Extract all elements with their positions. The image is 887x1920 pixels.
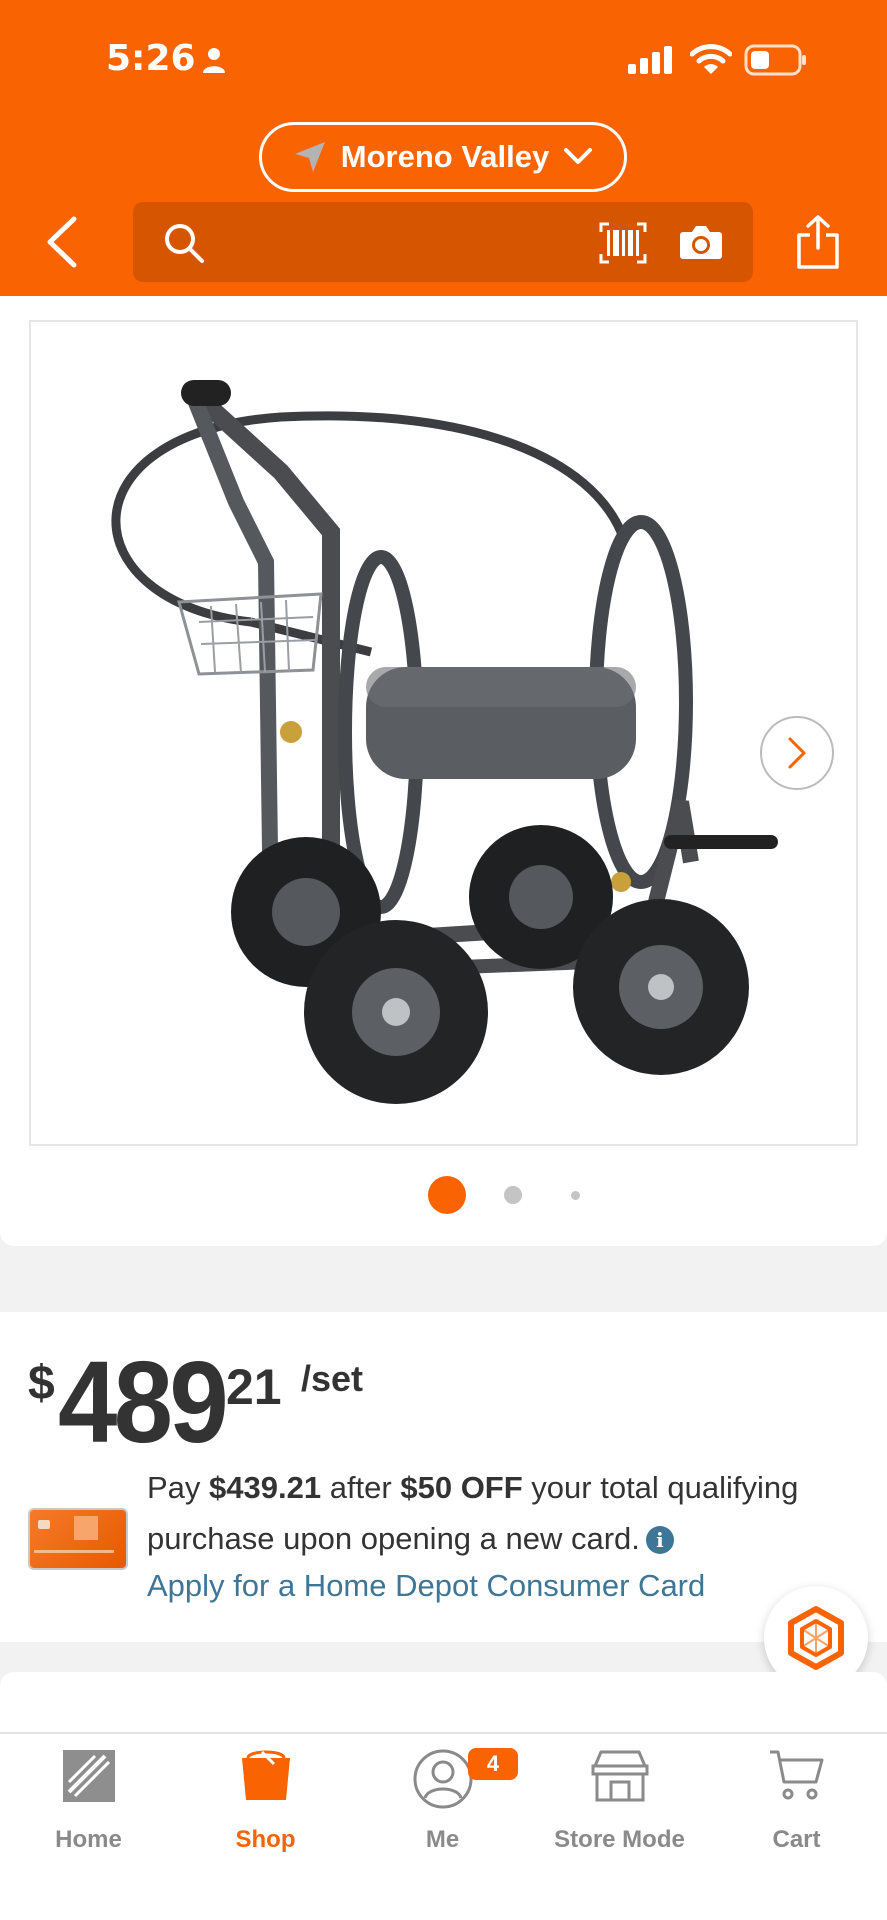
tab-shop[interactable]: Shop (177, 1734, 354, 1894)
price-cents: 21 (226, 1359, 282, 1415)
storefront-icon (591, 1750, 648, 1802)
tab-home[interactable]: Home (0, 1734, 177, 1894)
next-section-card (0, 1672, 887, 1732)
product-image[interactable] (29, 320, 858, 1146)
barcode-scanner-icon[interactable] (599, 222, 647, 264)
tab-shop-label: Shop (235, 1826, 296, 1853)
tab-me-label: Me (425, 1826, 460, 1853)
user-profile-icon (413, 1749, 472, 1809)
home-depot-card-logo (34, 1516, 114, 1553)
hose-reel-cart-illustration (111, 380, 778, 1104)
bottom-tab-bar: Home Shop Me 4 Store Mode Cart (0, 1732, 887, 1920)
shopping-cart-icon (769, 1750, 823, 1800)
card-promo-text: Pay $439.21 after $50 OFF your total qua… (147, 1462, 867, 1564)
gallery-page-dot-active[interactable] (428, 1176, 466, 1214)
tab-store-mode-label: Store Mode (554, 1826, 685, 1853)
chevron-right-icon (788, 737, 806, 769)
promo-amount: $439.21 (209, 1470, 322, 1505)
tab-store-mode[interactable]: Store Mode (531, 1734, 708, 1894)
consumer-card-image (28, 1508, 128, 1570)
gallery-page-dot[interactable] (504, 1186, 522, 1204)
camera-icon[interactable] (679, 224, 723, 260)
battery-icon (744, 44, 806, 76)
store-location-selector[interactable]: Moreno Valley (259, 122, 627, 192)
store-location-label: Moreno Valley (340, 139, 550, 174)
back-arrow-icon[interactable] (44, 216, 78, 268)
price-currency: $ (28, 1357, 55, 1410)
location-arrow-icon (294, 142, 325, 172)
hexagon-assistant-icon (788, 1606, 844, 1670)
promo-text-1: Pay (147, 1470, 210, 1505)
price-unit: /set (301, 1358, 364, 1399)
wifi-icon (690, 44, 732, 74)
search-input[interactable] (133, 202, 753, 282)
search-icon (165, 224, 204, 263)
info-icon[interactable]: i (645, 1526, 674, 1554)
promo-text-2: after (321, 1470, 401, 1505)
product-image-gallery (0, 296, 887, 1246)
bucket-icon (241, 1750, 290, 1800)
cellular-signal-icon (628, 46, 672, 74)
promo-discount: $50 OFF (400, 1470, 523, 1505)
share-icon[interactable] (796, 214, 840, 270)
gallery-page-dot[interactable] (571, 1191, 580, 1200)
app-header: 5:26 Moreno Valley (0, 0, 887, 296)
person-status-icon (203, 48, 225, 73)
apply-card-link[interactable]: Apply for a Home Depot Consumer Card (147, 1568, 705, 1604)
home-depot-logo-icon (62, 1750, 115, 1802)
next-image-button[interactable] (760, 716, 834, 790)
tab-cart-label: Cart (772, 1826, 821, 1853)
chevron-down-icon (564, 148, 593, 164)
tab-cart[interactable]: Cart (708, 1734, 885, 1894)
tab-home-label: Home (55, 1826, 122, 1853)
notification-count-badge: 4 (468, 1748, 518, 1780)
price-section: $ 489 21 /set Pay $439.21 after $50 OFF … (0, 1312, 887, 1642)
price-dollars: 489 (58, 1337, 229, 1467)
status-time: 5:26 (106, 38, 196, 79)
